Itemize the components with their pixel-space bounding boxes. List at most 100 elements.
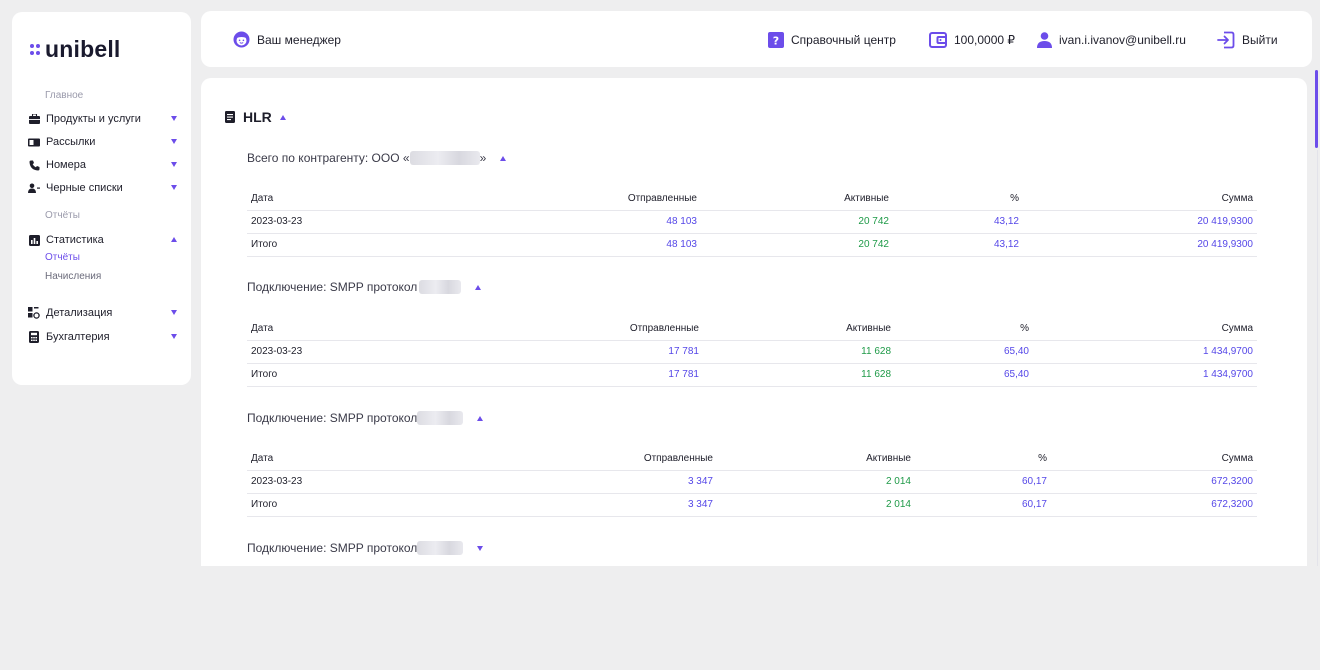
chevron-down-icon[interactable] [171, 334, 177, 339]
sidebar-item-label: Детализация [46, 307, 113, 319]
cell-percent[interactable]: 43,12 [893, 210, 1023, 234]
col-sent: Отправленные [457, 317, 703, 341]
sidebar-item-statistics[interactable]: Статистика [27, 231, 177, 249]
group-title-prefix: Всего по контрагенту: ООО « [247, 151, 410, 165]
nav-section-main: Главное [45, 90, 84, 101]
chevron-down-icon[interactable] [171, 162, 177, 167]
sidebar-subitem-charges[interactable]: Начисления [45, 271, 101, 282]
manager-label: Ваш менеджер [257, 32, 341, 47]
balance-value: 100,0000 ₽ [954, 32, 1016, 47]
document-icon [225, 111, 235, 123]
chart-icon [27, 234, 41, 246]
group-toggle-contractor[interactable]: Всего по контрагенту: ООО « » [247, 151, 507, 165]
top-header: Ваш менеджер ? Справочный центр 100,0000… [201, 11, 1312, 67]
sidebar-item-numbers[interactable]: Номера [27, 156, 177, 174]
cell-sent[interactable]: 3 347 [457, 470, 717, 494]
table-header: Дата Отправленные Активные % Сумма [247, 447, 1257, 471]
logo[interactable]: unibell [30, 36, 121, 63]
user-block-icon [27, 182, 41, 194]
logout-label: Выйти [1242, 32, 1278, 47]
sidebar-item-accounting[interactable]: Бухгалтерия [27, 328, 177, 346]
sidebar-item-blacklists[interactable]: Черные списки [27, 179, 177, 197]
col-percent: % [893, 187, 1023, 211]
cell-active[interactable]: 20 742 [701, 233, 893, 257]
table-header: Дата Отправленные Активные % Сумма [247, 187, 1257, 211]
cell-percent[interactable]: 65,40 [895, 340, 1033, 364]
cell-sum[interactable]: 1 434,9700 [1033, 340, 1257, 364]
table-total-row: Итого 3 347 2 014 60,17 672,3200 [247, 493, 1257, 517]
table-row: 2023-03-23 3 347 2 014 60,17 672,3200 [247, 470, 1257, 494]
col-sent: Отправленные [457, 447, 717, 471]
cell-sum[interactable]: 672,3200 [1051, 470, 1257, 494]
manager-link[interactable]: Ваш менеджер [233, 30, 341, 49]
chevron-up-icon [500, 155, 507, 161]
cell-percent[interactable]: 65,40 [895, 363, 1033, 387]
col-sum: Сумма [1033, 317, 1257, 341]
cell-sum[interactable]: 672,3200 [1051, 493, 1257, 517]
help-center-label: Справочный центр [791, 32, 896, 47]
cell-sent[interactable]: 48 103 [457, 233, 701, 257]
table-row: 2023-03-23 48 103 20 742 43,12 20 419,93… [247, 210, 1257, 234]
chevron-down-icon[interactable] [171, 139, 177, 144]
help-center-link[interactable]: ? Справочный центр [768, 30, 896, 49]
scrollbar-track[interactable] [1317, 150, 1318, 566]
sidebar-item-mailings[interactable]: Рассылки [27, 133, 177, 151]
chevron-up-icon [475, 284, 482, 290]
cell-total-label: Итого [247, 363, 457, 387]
redacted-name [417, 411, 464, 425]
sidebar-item-products[interactable]: Продукты и услуги [27, 110, 177, 128]
mailing-icon [27, 136, 41, 148]
balance-link[interactable]: 100,0000 ₽ [929, 30, 1015, 49]
cell-sent[interactable]: 17 781 [457, 340, 703, 364]
group-toggle-smpp-3[interactable]: Подключение: SMPP протокол [247, 541, 484, 555]
cell-sent[interactable]: 48 103 [457, 210, 701, 234]
col-active: Активные [717, 447, 915, 471]
chevron-down-icon [477, 545, 484, 551]
user-account-link[interactable]: ivan.i.ivanov@unibell.ru [1037, 30, 1186, 49]
sidebar: unibell Главное Продукты и услуги Рассыл… [12, 12, 191, 385]
group-toggle-smpp-1[interactable]: Подключение: SMPP протокол [247, 280, 482, 294]
sidebar-item-label: Рассылки [46, 136, 96, 148]
cell-sum[interactable]: 20 419,9300 [1023, 210, 1257, 234]
group-title-prefix: Подключение: SMPP протокол [247, 280, 418, 294]
sidebar-subitem-reports[interactable]: Отчёты [45, 252, 80, 263]
hlr-section-toggle[interactable]: HLR [225, 109, 286, 125]
user-icon [1037, 31, 1052, 48]
chevron-up-icon [279, 114, 286, 120]
calculator-icon [27, 331, 41, 343]
table-row: 2023-03-23 17 781 11 628 65,40 1 434,970… [247, 340, 1257, 364]
cell-sent[interactable]: 3 347 [457, 493, 717, 517]
cell-active[interactable]: 11 628 [703, 340, 895, 364]
scrollbar-thumb[interactable] [1315, 70, 1318, 148]
chevron-down-icon[interactable] [171, 310, 177, 315]
chevron-up-icon[interactable] [171, 237, 177, 242]
sidebar-item-label: Бухгалтерия [46, 331, 110, 343]
cell-percent[interactable]: 60,17 [915, 470, 1051, 494]
nav-section-reports: Отчёты [45, 210, 80, 221]
redacted-name [417, 541, 464, 555]
cell-active[interactable]: 20 742 [701, 210, 893, 234]
detail-icon [27, 307, 41, 319]
sidebar-item-label: Продукты и услуги [46, 113, 141, 125]
cell-percent[interactable]: 43,12 [893, 233, 1023, 257]
cell-sum[interactable]: 20 419,9300 [1023, 233, 1257, 257]
svg-text:?: ? [773, 34, 779, 47]
logo-text: unibell [45, 36, 121, 62]
cell-active[interactable]: 2 014 [717, 493, 915, 517]
cell-percent[interactable]: 60,17 [915, 493, 1051, 517]
phone-icon [27, 159, 41, 171]
cell-sum[interactable]: 1 434,9700 [1033, 363, 1257, 387]
cell-active[interactable]: 2 014 [717, 470, 915, 494]
group-toggle-smpp-2[interactable]: Подключение: SMPP протокол [247, 411, 484, 425]
cell-active[interactable]: 11 628 [703, 363, 895, 387]
question-icon: ? [768, 31, 784, 48]
cell-sent[interactable]: 17 781 [457, 363, 703, 387]
report-table: Дата Отправленные Активные % Сумма 2023-… [247, 317, 1257, 387]
sidebar-item-details[interactable]: Детализация [27, 304, 177, 322]
user-email: ivan.i.ivanov@unibell.ru [1059, 32, 1186, 47]
logout-button[interactable]: Выйти [1217, 30, 1278, 49]
col-date: Дата [247, 447, 457, 471]
sidebar-item-label: Черные списки [46, 182, 123, 194]
chevron-down-icon[interactable] [171, 185, 177, 190]
chevron-down-icon[interactable] [171, 116, 177, 121]
